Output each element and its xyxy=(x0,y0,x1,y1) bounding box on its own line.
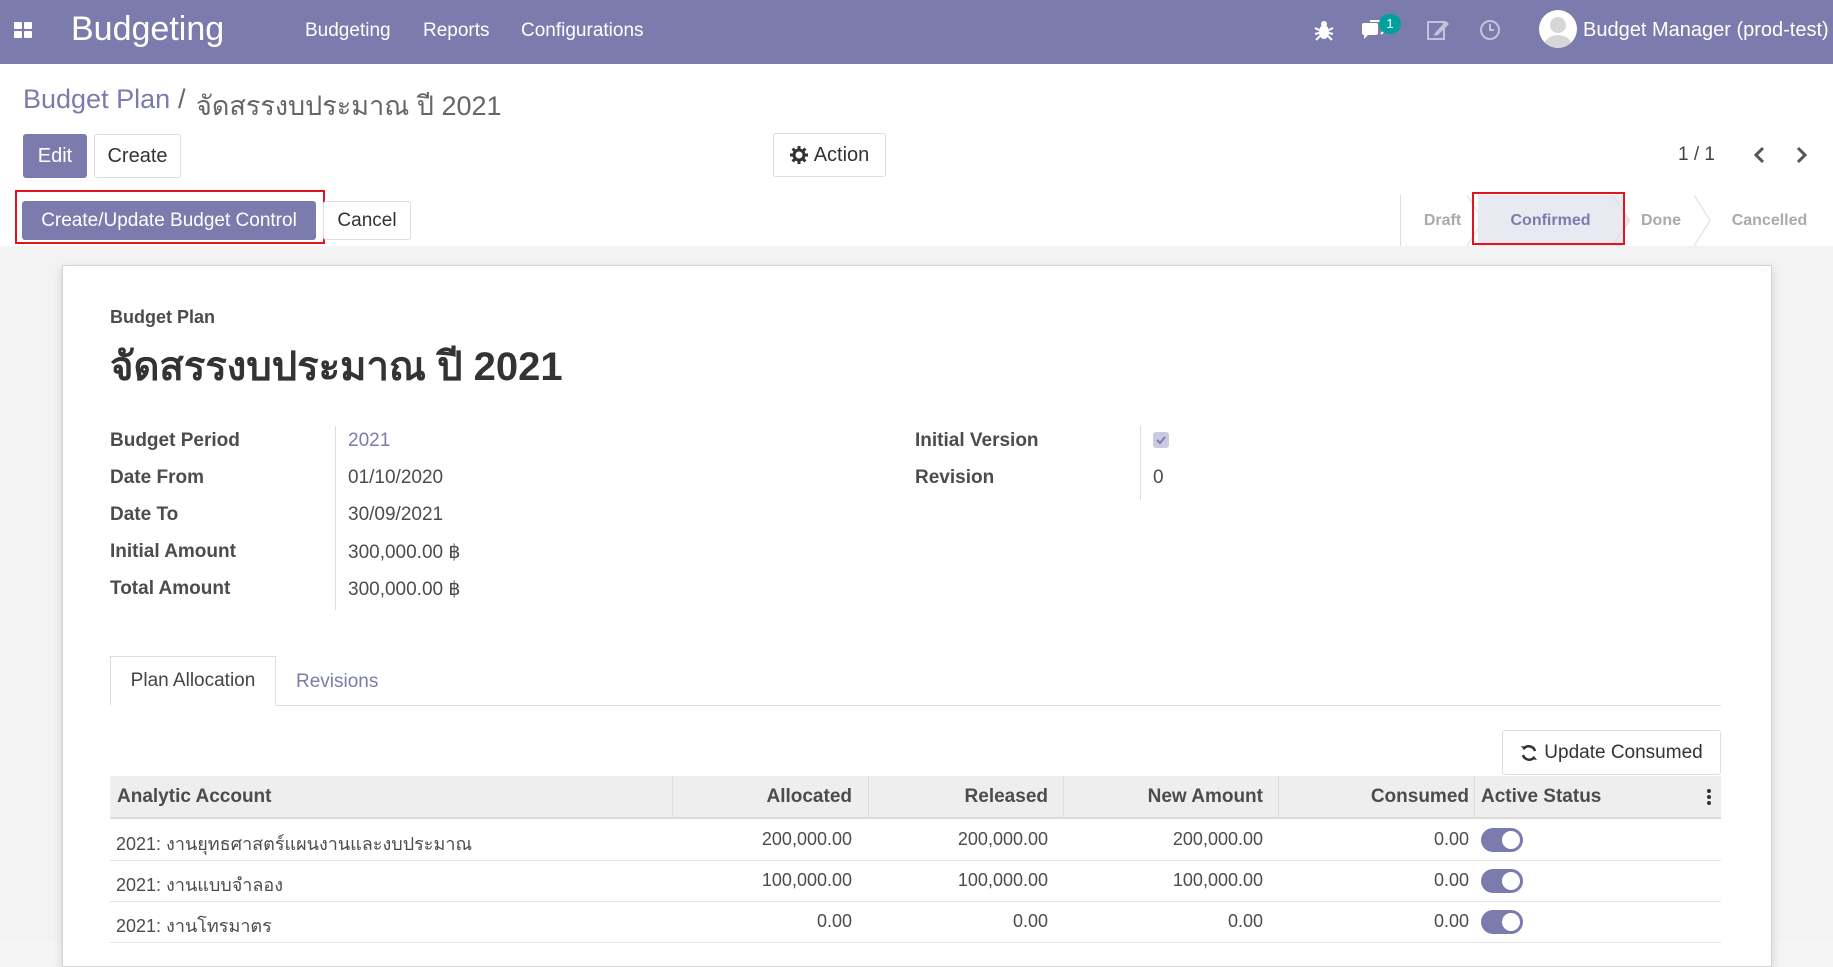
breadcrumb-parent[interactable]: Budget Plan xyxy=(23,84,170,115)
gear-icon xyxy=(789,146,808,164)
top-navbar: Budgeting Budgeting Reports Configuratio… xyxy=(0,0,1833,64)
date-from-label: Date From xyxy=(110,467,204,488)
chevron-left-icon[interactable] xyxy=(1750,144,1770,166)
stage-cancelled[interactable]: Cancelled xyxy=(1712,195,1827,246)
cell-consumed: 0.00 xyxy=(1433,911,1469,931)
cell-account: 2021: งานแบบจำลอง xyxy=(116,875,283,895)
budget-period-label: Budget Period xyxy=(110,430,240,451)
cell-consumed: 0.00 xyxy=(1433,870,1469,890)
create-button-label: Create xyxy=(107,144,168,167)
cell-account: 2021: งานยุทธศาสตร์แผนงานและงบประมาณ xyxy=(116,834,473,854)
table-header: Analytic Account Allocated Released New … xyxy=(110,776,1721,819)
cell-new-amount: 200,000.00 xyxy=(1172,829,1263,849)
cell-released: 100,000.00 xyxy=(957,870,1048,890)
date-to-value: 30/09/2021 xyxy=(348,504,444,525)
cancel-button[interactable]: Cancel xyxy=(323,201,411,240)
col-separator xyxy=(1474,776,1475,819)
apps-grid-icon[interactable] xyxy=(14,22,32,38)
col-analytic-account[interactable]: Analytic Account xyxy=(117,786,272,808)
tab-revisions[interactable]: Revisions xyxy=(296,671,378,693)
edit-activity-icon[interactable] xyxy=(1425,17,1451,43)
initial-version-label: Initial Version xyxy=(915,430,1039,451)
stage-arrow xyxy=(1693,195,1711,246)
breadcrumb-separator: / xyxy=(178,84,186,114)
create-button[interactable]: Create xyxy=(94,134,181,178)
action-button-label: Action xyxy=(813,143,870,166)
column-options-icon[interactable] xyxy=(1706,788,1712,806)
col-consumed[interactable]: Consumed xyxy=(1278,786,1469,808)
field-divider xyxy=(335,426,336,610)
date-to-label: Date To xyxy=(110,504,179,525)
table-row[interactable]: 2021: งานแบบจำลอง 100,000.00 100,000.00 … xyxy=(110,860,1721,902)
cell-new-amount: 0.00 xyxy=(1227,911,1263,931)
control-panel: Budget Plan / จัดสรรงบประมาณ ปี 2021 Edi… xyxy=(0,64,1833,196)
initial-amount-label: Initial Amount xyxy=(110,541,236,562)
col-allocated[interactable]: Allocated xyxy=(672,786,852,808)
action-button[interactable]: Action xyxy=(773,133,886,177)
update-consumed-button[interactable]: Update Consumed xyxy=(1502,730,1721,775)
check-icon xyxy=(1156,436,1166,445)
cell-released: 0.00 xyxy=(1012,911,1048,931)
total-amount-value: 300,000.00 ฿ xyxy=(348,579,461,600)
revision-value: 0 xyxy=(1153,467,1164,488)
edit-button[interactable]: Edit xyxy=(23,134,87,178)
field-divider xyxy=(1140,426,1141,500)
table-row[interactable]: 2021: งานยุทธศาสตร์แผนงานและงบประมาณ 200… xyxy=(110,819,1721,861)
table-row[interactable]: 2021: งานโทรมาตร 0.00 0.00 0.00 0.00 xyxy=(110,901,1721,943)
highlight-create-update xyxy=(15,190,325,244)
tab-plan-allocation[interactable]: Plan Allocation xyxy=(110,656,276,706)
total-amount-label: Total Amount xyxy=(110,578,231,599)
active-toggle[interactable] xyxy=(1481,910,1523,934)
user-menu[interactable]: Budget Manager (prod-test) xyxy=(1583,19,1829,42)
menu-reports[interactable]: Reports xyxy=(423,20,490,42)
statusbar: Create/Update Budget Control Cancel Draf… xyxy=(0,190,1833,247)
cell-released: 200,000.00 xyxy=(957,829,1048,849)
update-consumed-label: Update Consumed xyxy=(1544,741,1703,763)
cell-allocated: 100,000.00 xyxy=(761,870,852,890)
sheet-label: Budget Plan xyxy=(110,307,216,327)
date-from-value: 01/10/2020 xyxy=(348,467,444,488)
cell-new-amount: 100,000.00 xyxy=(1172,870,1263,890)
cell-account: 2021: งานโทรมาตร xyxy=(116,916,272,936)
pager-value[interactable]: 1 / 1 xyxy=(1678,144,1715,166)
col-released[interactable]: Released xyxy=(868,786,1048,808)
menu-configurations[interactable]: Configurations xyxy=(521,20,644,42)
col-active-status[interactable]: Active Status xyxy=(1481,786,1601,808)
clock-icon[interactable] xyxy=(1477,17,1503,43)
menu-budgeting[interactable]: Budgeting xyxy=(305,20,391,42)
highlight-confirmed xyxy=(1472,192,1625,245)
budget-period-value[interactable]: 2021 xyxy=(348,430,390,452)
record-title: จัดสรรงบประมาณ ปี 2021 xyxy=(110,345,563,389)
app-brand[interactable]: Budgeting xyxy=(71,10,224,49)
user-avatar[interactable] xyxy=(1539,10,1577,48)
chevron-right-icon[interactable] xyxy=(1791,144,1811,166)
messages-badge: 1 xyxy=(1379,14,1401,34)
active-toggle[interactable] xyxy=(1481,869,1523,893)
stage-done[interactable]: Done xyxy=(1625,195,1697,246)
tabs-border xyxy=(110,705,1721,706)
initial-amount-value: 300,000.00 ฿ xyxy=(348,542,461,563)
col-new-amount[interactable]: New Amount xyxy=(1063,786,1263,808)
active-toggle[interactable] xyxy=(1481,828,1523,852)
cell-allocated: 0.00 xyxy=(816,911,852,931)
initial-version-checkbox xyxy=(1153,432,1169,448)
cell-allocated: 200,000.00 xyxy=(761,829,852,849)
breadcrumb-current: จัดสรรงบประมาณ ปี 2021 xyxy=(196,91,502,121)
refresh-icon xyxy=(1521,744,1538,761)
bug-icon[interactable] xyxy=(1311,17,1337,43)
revision-label: Revision xyxy=(915,467,995,488)
cell-consumed: 0.00 xyxy=(1433,829,1469,849)
